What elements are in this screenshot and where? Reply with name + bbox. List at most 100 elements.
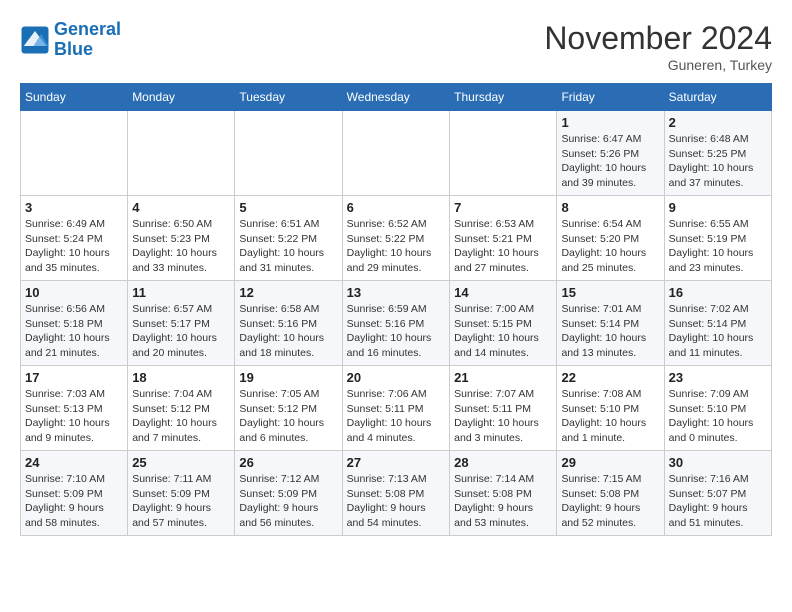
day-number: 11	[132, 285, 230, 300]
calendar-cell	[342, 111, 450, 196]
day-number: 14	[454, 285, 552, 300]
day-info: Sunrise: 7:15 AM Sunset: 5:08 PM Dayligh…	[561, 472, 659, 531]
calendar-cell: 24 Sunrise: 7:10 AM Sunset: 5:09 PM Dayli…	[21, 451, 128, 536]
day-info: Sunrise: 7:14 AM Sunset: 5:08 PM Dayligh…	[454, 472, 552, 531]
calendar-cell	[235, 111, 342, 196]
calendar-cell: 10Sunrise: 6:56 AM Sunset: 5:18 PM Dayli…	[21, 281, 128, 366]
calendar-body: 1Sunrise: 6:47 AM Sunset: 5:26 PM Daylig…	[21, 111, 772, 536]
day-info: Sunrise: 7:13 AM Sunset: 5:08 PM Dayligh…	[347, 472, 446, 531]
calendar-cell: 30Sunrise: 7:16 AM Sunset: 5:07 PM Dayli…	[664, 451, 771, 536]
day-number: 18	[132, 370, 230, 385]
day-number: 9	[669, 200, 767, 215]
day-info: Sunrise: 7:03 AM Sunset: 5:13 PM Dayligh…	[25, 387, 123, 446]
calendar-cell: 12 Sunrise: 6:58 AM Sunset: 5:16 PM Dayli…	[235, 281, 342, 366]
day-number: 7	[454, 200, 552, 215]
calendar-cell: 25Sunrise: 7:11 AM Sunset: 5:09 PM Dayli…	[128, 451, 235, 536]
page-header: General Blue November 2024 Guneren, Turk…	[20, 20, 772, 73]
day-info: Sunrise: 6:57 AM Sunset: 5:17 PM Dayligh…	[132, 302, 230, 361]
day-info: Sunrise: 6:55 AM Sunset: 5:19 PM Dayligh…	[669, 217, 767, 276]
day-of-week-header: Friday	[557, 84, 664, 111]
day-number: 21	[454, 370, 552, 385]
day-number: 23	[669, 370, 767, 385]
header-row: SundayMondayTuesdayWednesdayThursdayFrid…	[21, 84, 772, 111]
day-info: Sunrise: 7:12 AM Sunset: 5:09 PM Dayligh…	[239, 472, 337, 531]
day-number: 19	[239, 370, 337, 385]
day-info: Sunrise: 6:51 AM Sunset: 5:22 PM Dayligh…	[239, 217, 337, 276]
day-info: Sunrise: 6:56 AM Sunset: 5:18 PM Dayligh…	[25, 302, 123, 361]
day-number: 5	[239, 200, 337, 215]
calendar-cell: 13 Sunrise: 6:59 AM Sunset: 5:16 PM Dayli…	[342, 281, 450, 366]
calendar-week-row: 24 Sunrise: 7:10 AM Sunset: 5:09 PM Dayli…	[21, 451, 772, 536]
day-of-week-header: Thursday	[450, 84, 557, 111]
calendar-cell: 2 Sunrise: 6:48 AM Sunset: 5:25 PM Daylig…	[664, 111, 771, 196]
calendar-cell: 15 Sunrise: 7:01 AM Sunset: 5:14 PM Dayli…	[557, 281, 664, 366]
day-number: 3	[25, 200, 123, 215]
day-number: 13	[347, 285, 446, 300]
day-number: 8	[561, 200, 659, 215]
day-number: 6	[347, 200, 446, 215]
day-info: Sunrise: 7:16 AM Sunset: 5:07 PM Dayligh…	[669, 472, 767, 531]
day-info: Sunrise: 7:01 AM Sunset: 5:14 PM Dayligh…	[561, 302, 659, 361]
logo-line2: Blue	[54, 39, 93, 59]
calendar-cell: 23Sunrise: 7:09 AM Sunset: 5:10 PM Dayli…	[664, 366, 771, 451]
calendar-table: SundayMondayTuesdayWednesdayThursdayFrid…	[20, 83, 772, 536]
calendar-cell: 9 Sunrise: 6:55 AM Sunset: 5:19 PM Daylig…	[664, 196, 771, 281]
calendar-cell: 3Sunrise: 6:49 AM Sunset: 5:24 PM Daylig…	[21, 196, 128, 281]
calendar-cell: 17Sunrise: 7:03 AM Sunset: 5:13 PM Dayli…	[21, 366, 128, 451]
logo-text: General Blue	[54, 20, 121, 60]
calendar-cell: 11 Sunrise: 6:57 AM Sunset: 5:17 PM Dayli…	[128, 281, 235, 366]
calendar-cell: 1Sunrise: 6:47 AM Sunset: 5:26 PM Daylig…	[557, 111, 664, 196]
day-info: Sunrise: 7:04 AM Sunset: 5:12 PM Dayligh…	[132, 387, 230, 446]
day-info: Sunrise: 6:58 AM Sunset: 5:16 PM Dayligh…	[239, 302, 337, 361]
day-info: Sunrise: 6:52 AM Sunset: 5:22 PM Dayligh…	[347, 217, 446, 276]
calendar-header: SundayMondayTuesdayWednesdayThursdayFrid…	[21, 84, 772, 111]
calendar-cell	[128, 111, 235, 196]
day-info: Sunrise: 7:06 AM Sunset: 5:11 PM Dayligh…	[347, 387, 446, 446]
day-number: 28	[454, 455, 552, 470]
day-number: 22	[561, 370, 659, 385]
calendar-cell: 22 Sunrise: 7:08 AM Sunset: 5:10 PM Dayli…	[557, 366, 664, 451]
calendar-cell: 29Sunrise: 7:15 AM Sunset: 5:08 PM Dayli…	[557, 451, 664, 536]
day-info: Sunrise: 6:54 AM Sunset: 5:20 PM Dayligh…	[561, 217, 659, 276]
logo-line1: General	[54, 19, 121, 39]
calendar-cell: 6 Sunrise: 6:52 AM Sunset: 5:22 PM Daylig…	[342, 196, 450, 281]
calendar-cell	[21, 111, 128, 196]
calendar-cell: 16 Sunrise: 7:02 AM Sunset: 5:14 PM Dayli…	[664, 281, 771, 366]
day-number: 15	[561, 285, 659, 300]
day-info: Sunrise: 7:00 AM Sunset: 5:15 PM Dayligh…	[454, 302, 552, 361]
calendar-cell: 14 Sunrise: 7:00 AM Sunset: 5:15 PM Dayli…	[450, 281, 557, 366]
day-of-week-header: Sunday	[21, 84, 128, 111]
day-info: Sunrise: 6:59 AM Sunset: 5:16 PM Dayligh…	[347, 302, 446, 361]
day-info: Sunrise: 6:48 AM Sunset: 5:25 PM Dayligh…	[669, 132, 767, 191]
day-of-week-header: Saturday	[664, 84, 771, 111]
logo-icon	[20, 25, 50, 55]
calendar-cell: 27Sunrise: 7:13 AM Sunset: 5:08 PM Dayli…	[342, 451, 450, 536]
day-number: 26	[239, 455, 337, 470]
day-number: 1	[561, 115, 659, 130]
calendar-cell: 18 Sunrise: 7:04 AM Sunset: 5:12 PM Dayli…	[128, 366, 235, 451]
day-of-week-header: Tuesday	[235, 84, 342, 111]
day-info: Sunrise: 6:50 AM Sunset: 5:23 PM Dayligh…	[132, 217, 230, 276]
day-info: Sunrise: 7:08 AM Sunset: 5:10 PM Dayligh…	[561, 387, 659, 446]
day-number: 16	[669, 285, 767, 300]
calendar-week-row: 3Sunrise: 6:49 AM Sunset: 5:24 PM Daylig…	[21, 196, 772, 281]
calendar-cell: 19Sunrise: 7:05 AM Sunset: 5:12 PM Dayli…	[235, 366, 342, 451]
day-number: 25	[132, 455, 230, 470]
day-info: Sunrise: 6:53 AM Sunset: 5:21 PM Dayligh…	[454, 217, 552, 276]
day-number: 2	[669, 115, 767, 130]
day-info: Sunrise: 7:02 AM Sunset: 5:14 PM Dayligh…	[669, 302, 767, 361]
location: Guneren, Turkey	[544, 57, 772, 73]
title-block: November 2024 Guneren, Turkey	[544, 20, 772, 73]
calendar-cell	[450, 111, 557, 196]
logo: General Blue	[20, 20, 121, 60]
day-number: 4	[132, 200, 230, 215]
day-number: 24	[25, 455, 123, 470]
day-info: Sunrise: 7:07 AM Sunset: 5:11 PM Dayligh…	[454, 387, 552, 446]
day-info: Sunrise: 7:10 AM Sunset: 5:09 PM Dayligh…	[25, 472, 123, 531]
calendar-cell: 7 Sunrise: 6:53 AM Sunset: 5:21 PM Daylig…	[450, 196, 557, 281]
calendar-cell: 20Sunrise: 7:06 AM Sunset: 5:11 PM Dayli…	[342, 366, 450, 451]
calendar-cell: 4 Sunrise: 6:50 AM Sunset: 5:23 PM Daylig…	[128, 196, 235, 281]
day-number: 12	[239, 285, 337, 300]
calendar-cell: 26 Sunrise: 7:12 AM Sunset: 5:09 PM Dayli…	[235, 451, 342, 536]
month-title: November 2024	[544, 20, 772, 57]
